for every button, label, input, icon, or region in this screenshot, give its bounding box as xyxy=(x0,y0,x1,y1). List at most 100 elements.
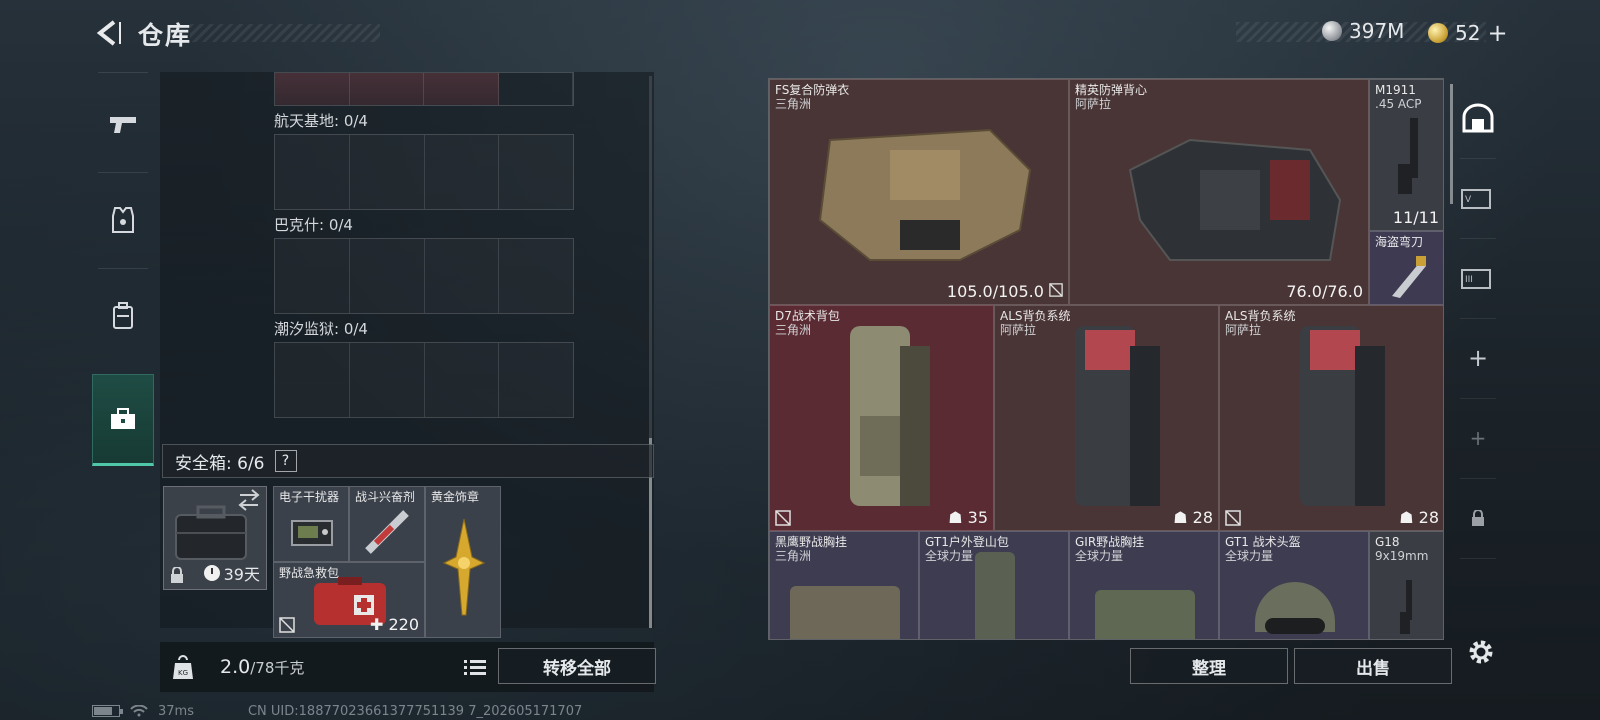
inventory-item[interactable]: GT1 战术头盔 全球力量 xyxy=(1219,531,1369,639)
silver-amount: 397M xyxy=(1349,19,1405,43)
add-storage-tab-disabled[interactable]: + xyxy=(1452,398,1504,478)
safebox-item[interactable]: 黄金饰章 xyxy=(425,486,501,638)
slot-cell[interactable] xyxy=(425,135,500,209)
item-origin: 三角洲 xyxy=(775,549,812,563)
item-origin: 阿萨拉 xyxy=(1000,323,1037,337)
nav-armor[interactable] xyxy=(92,174,154,266)
gold-coin-icon xyxy=(1428,23,1448,43)
slot-cell[interactable] xyxy=(425,343,500,417)
top-bar: 仓库 397M 52 + xyxy=(0,0,1600,64)
item-durability: 105.0/105.0 xyxy=(947,282,1063,301)
item-name: GIR野战胸挂 xyxy=(1075,535,1145,549)
chest-rig-icon xyxy=(1095,590,1195,639)
slot-cell[interactable] xyxy=(275,239,350,313)
weight-readout: 2.0/78千克 xyxy=(220,656,304,678)
nav-safebox[interactable] xyxy=(92,374,154,466)
capacity-icon: ☗ xyxy=(1173,508,1193,527)
storage-box-icon: III xyxy=(1461,269,1491,289)
tab-storage-3[interactable]: III xyxy=(1452,238,1504,318)
backpack-icon xyxy=(1300,326,1385,506)
sell-button[interactable]: 出售 xyxy=(1294,648,1452,684)
add-storage-tab[interactable]: + xyxy=(1452,318,1504,398)
slot-cell[interactable] xyxy=(349,73,424,105)
lock-icon xyxy=(1472,510,1484,526)
slot-cell[interactable] xyxy=(499,73,573,105)
add-currency-icon[interactable]: + xyxy=(1487,19,1507,47)
weight-icon: KG xyxy=(173,655,193,679)
item-origin: .45 ACP xyxy=(1375,97,1422,111)
pistol-icon xyxy=(1398,118,1418,194)
slot-cell[interactable] xyxy=(499,135,573,209)
ping-text: 37ms xyxy=(158,703,194,719)
locked-storage-tab[interactable] xyxy=(1452,478,1504,558)
list-icon[interactable] xyxy=(462,656,488,680)
plus-icon: + xyxy=(1467,344,1489,372)
plus-icon: + xyxy=(1469,426,1487,450)
toolbox-icon xyxy=(111,408,135,429)
page-title: 仓库 xyxy=(138,21,193,50)
item-durability-value: 220 xyxy=(388,615,419,634)
slot-cell[interactable] xyxy=(350,239,425,313)
item-capacity-value: 28 xyxy=(1418,508,1439,527)
slot-cell[interactable] xyxy=(275,135,350,209)
item-origin: 阿萨拉 xyxy=(1225,323,1262,337)
item-name: FS复合防弹衣 xyxy=(775,83,850,97)
item-origin: 三角洲 xyxy=(775,323,812,337)
item-durability: 76.0/76.0 xyxy=(1286,282,1363,301)
item-capacity: ☗ 28 xyxy=(1399,508,1439,527)
svg-text:III: III xyxy=(1465,275,1473,285)
no-insurance-icon xyxy=(1225,510,1241,526)
tab-warehouse-main[interactable] xyxy=(1452,78,1504,158)
partial-slot-row xyxy=(274,72,574,106)
item-capacity-value: 35 xyxy=(967,508,988,527)
slot-cell[interactable] xyxy=(499,343,573,417)
inventory-item[interactable]: GIR野战胸挂 全球力量 xyxy=(1069,531,1219,639)
nav-backpack[interactable] xyxy=(92,270,154,362)
backpack-icon xyxy=(1075,326,1160,506)
nav-weapons[interactable] xyxy=(92,78,154,170)
hiking-pack-icon xyxy=(975,552,1015,639)
slot-cell[interactable] xyxy=(425,239,500,313)
body-armor-icon xyxy=(818,128,1032,261)
safebox-item[interactable]: 野战急救包 ✚ 220 xyxy=(273,562,425,638)
slot-cell[interactable] xyxy=(275,343,350,417)
item-ammo: 11/11 xyxy=(1392,208,1439,227)
slot-cell[interactable] xyxy=(275,73,350,105)
safebox-item[interactable]: 电子干扰器 xyxy=(273,486,349,562)
inventory-item[interactable]: D7战术背包 三角洲 ☗ 35 xyxy=(769,305,994,531)
back-arrow-icon[interactable] xyxy=(92,18,122,48)
weight-max: /78千克 xyxy=(250,659,305,677)
vest-icon xyxy=(1128,138,1342,261)
inventory-item[interactable]: 海盗弯刀 xyxy=(1369,231,1443,305)
item-capacity-value: 28 xyxy=(1192,508,1213,527)
safebox-case[interactable]: 39天 xyxy=(163,486,267,590)
inventory-item[interactable]: 精英防弹背心 阿萨拉 76.0/76.0 xyxy=(1069,79,1369,305)
map-slot-grid xyxy=(274,134,574,210)
tab-storage-2[interactable]: V xyxy=(1452,158,1504,238)
slot-cell[interactable] xyxy=(350,135,425,209)
inventory-item[interactable]: M1911 .45 ACP 11/11 xyxy=(1369,79,1443,231)
safebox-capacity-bar: 安全箱: 6/6 ? xyxy=(162,444,654,478)
safebox-item[interactable]: 战斗兴奋剂 xyxy=(349,486,425,562)
lock-icon xyxy=(171,567,183,583)
sort-button[interactable]: 整理 xyxy=(1130,648,1288,684)
help-icon[interactable]: ? xyxy=(274,450,297,472)
silver-currency: 397M xyxy=(1322,19,1404,43)
inventory-item[interactable]: GT1户外登山包 全球力量 xyxy=(919,531,1069,639)
transfer-all-button[interactable]: 转移全部 xyxy=(498,648,656,684)
inventory-item[interactable]: 黑鹰野战胸挂 三角洲 xyxy=(769,531,919,639)
weight-current: 2.0 xyxy=(220,656,251,678)
slot-cell[interactable] xyxy=(424,73,499,105)
jammer-icon xyxy=(291,520,333,546)
inventory-item[interactable]: G18 9x19mm xyxy=(1369,531,1443,639)
item-origin: 全球力量 xyxy=(1225,549,1274,563)
slot-cell[interactable] xyxy=(350,343,425,417)
inventory-item[interactable]: FS复合防弹衣 三角洲 105.0/105.0 xyxy=(769,79,1069,305)
item-origin: 全球力量 xyxy=(1075,549,1124,563)
inventory-item[interactable]: ALS背负系统 阿萨拉 ☗ 28 xyxy=(994,305,1219,531)
slot-cell[interactable] xyxy=(499,239,573,313)
inventory-item[interactable]: ALS背负系统 阿萨拉 ☗ 28 xyxy=(1219,305,1443,531)
settings-gear-icon[interactable] xyxy=(1466,637,1496,667)
expiry-indicator: 39天 xyxy=(203,561,260,585)
tab-divider xyxy=(1460,558,1496,559)
